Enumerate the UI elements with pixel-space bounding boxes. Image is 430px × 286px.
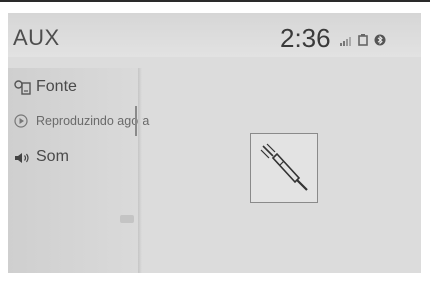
scroll-indicator[interactable] xyxy=(120,215,134,223)
speaker-icon xyxy=(14,151,32,170)
sidebar-item-som[interactable]: Som xyxy=(8,144,138,174)
source-icon xyxy=(14,80,32,101)
clock: 2:36 xyxy=(280,23,331,53)
panel-divider xyxy=(138,68,142,273)
active-indicator xyxy=(135,106,137,136)
sidebar-item-reproduzindo-agora[interactable]: Reproduzindo agora xyxy=(8,106,149,136)
header-bar: AUX 2:36 xyxy=(8,13,421,57)
sidebar-menu: Fonte Reproduzindo agora Som xyxy=(8,68,149,273)
sidebar-item-label: Som xyxy=(36,148,69,165)
top-border-line xyxy=(0,0,430,2)
sidebar-item-label: Reproduzindo agora xyxy=(36,114,150,128)
bluetooth-icon xyxy=(374,33,386,51)
signal-icon xyxy=(340,33,352,51)
sidebar-item-fonte[interactable]: Fonte xyxy=(8,74,138,104)
aux-cable-icon xyxy=(250,133,318,203)
head-unit-screen: AUX 2:36 Fonte Reproduzindo agora Som xyxy=(8,13,421,273)
battery-icon xyxy=(358,33,368,51)
sidebar-item-label: Fonte xyxy=(36,78,77,95)
play-icon xyxy=(14,114,28,133)
page-title: AUX xyxy=(13,25,60,50)
